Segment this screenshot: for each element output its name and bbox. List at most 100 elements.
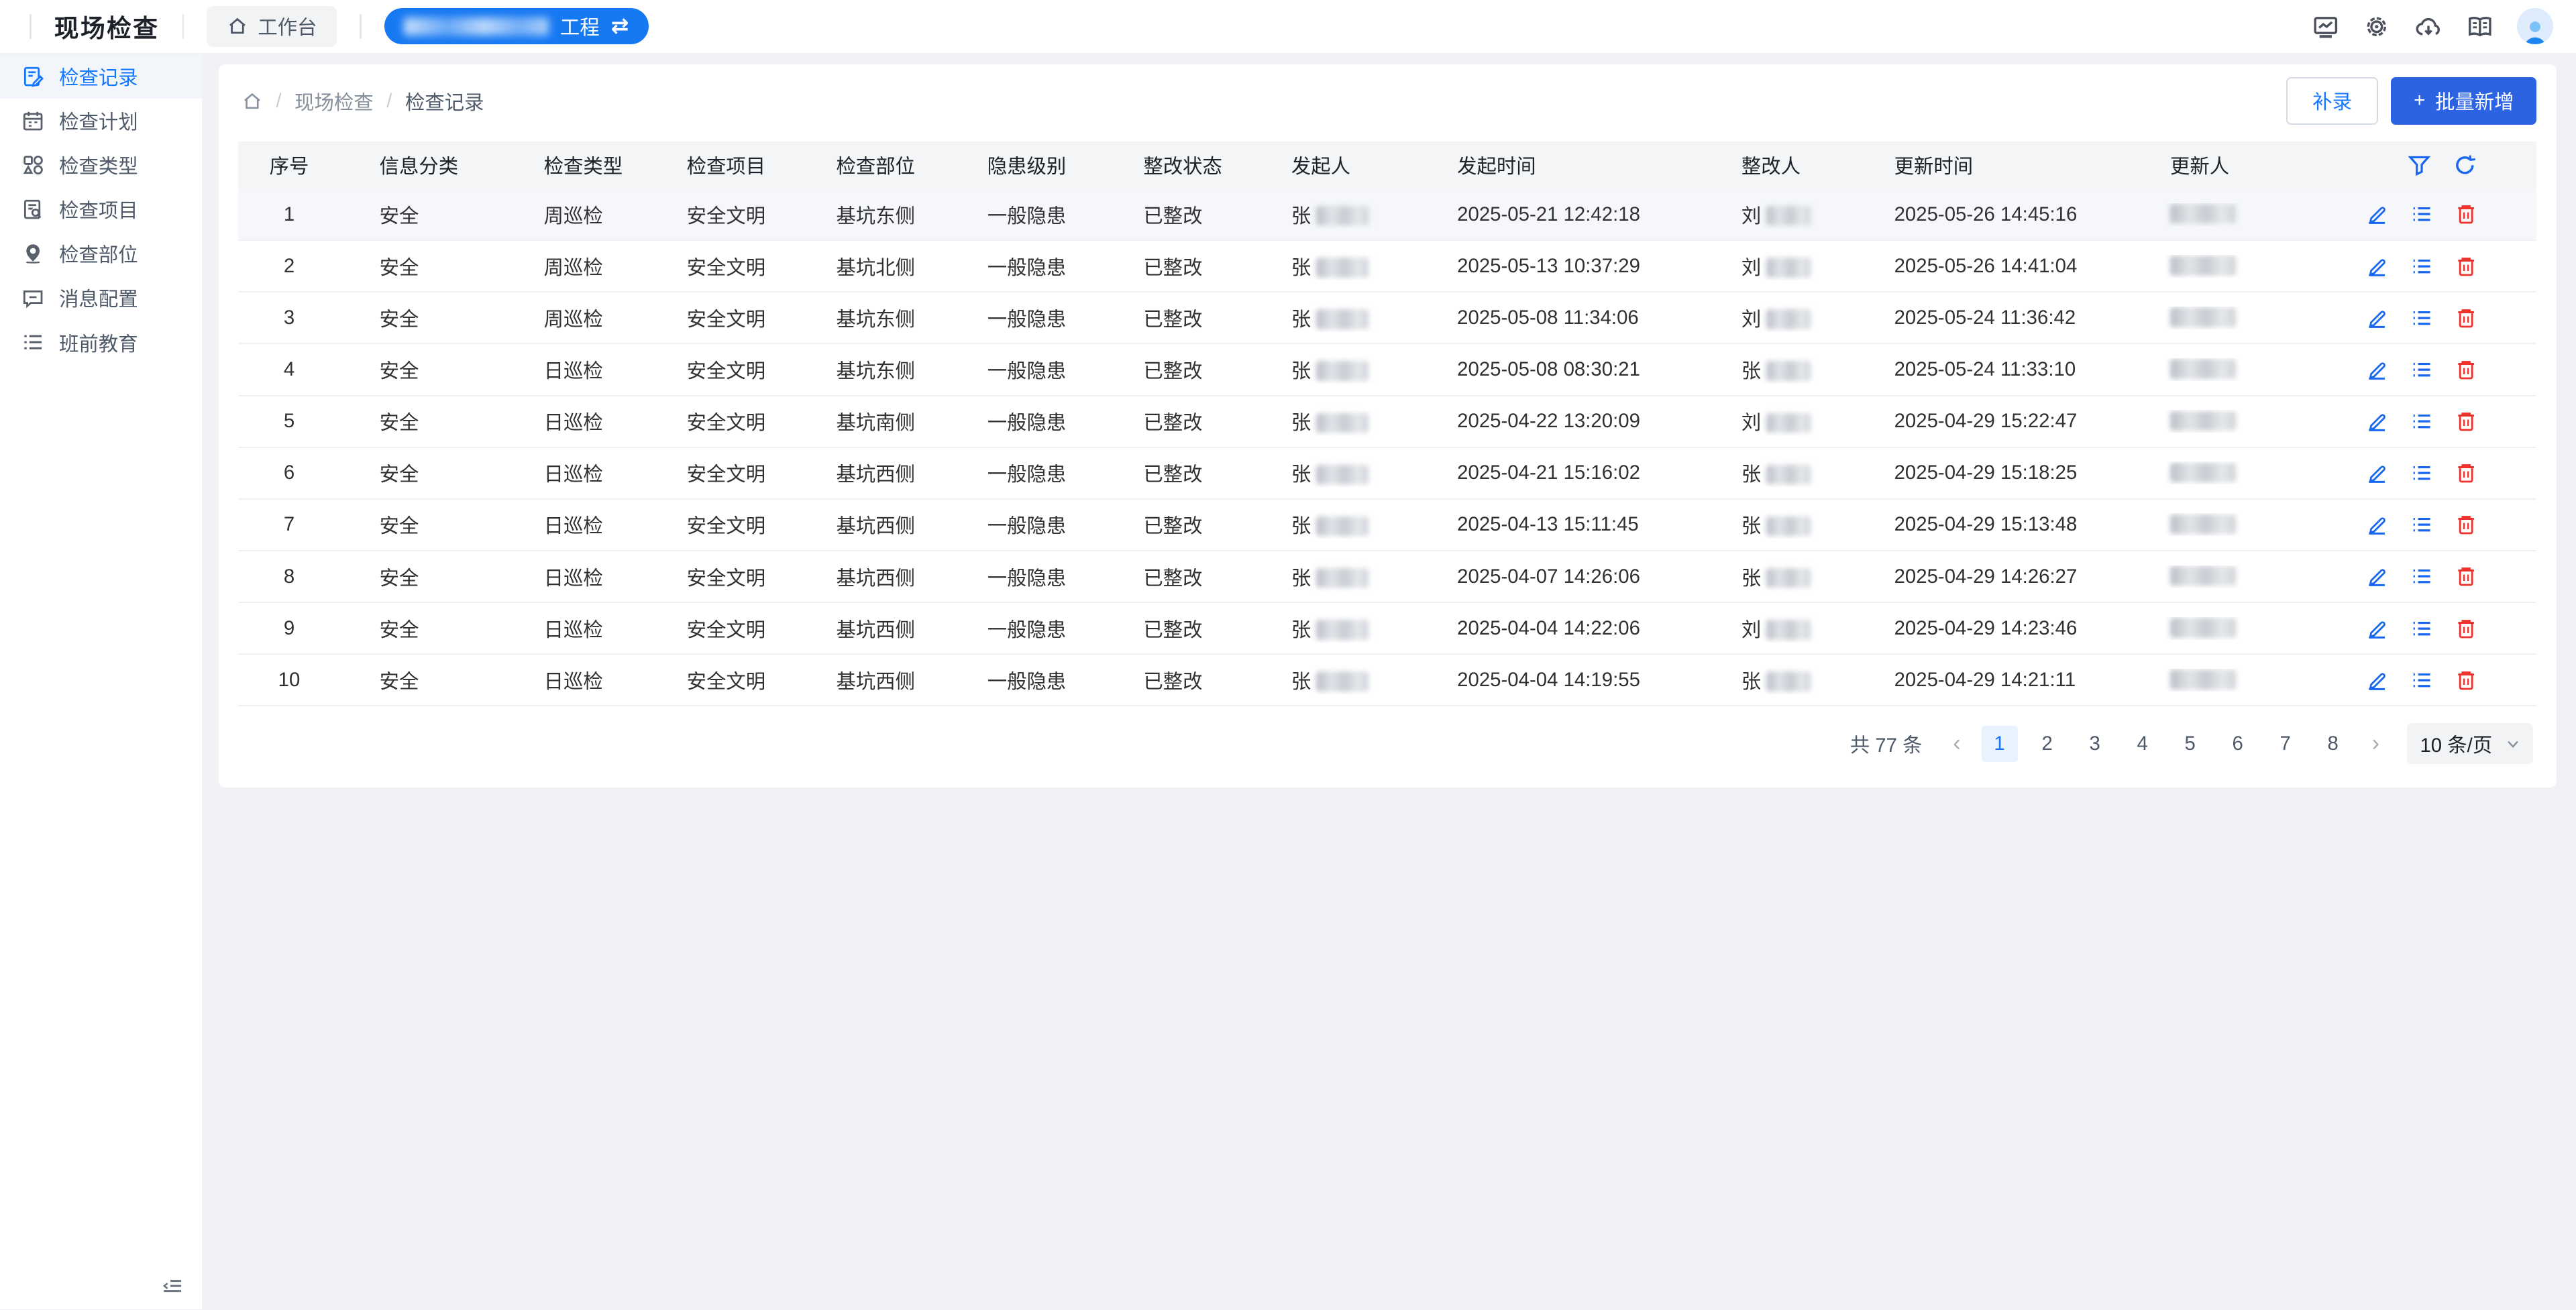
edit-icon[interactable] <box>2365 617 2388 640</box>
cell-type: 日巡检 <box>504 407 647 435</box>
cell-initiate-time: 2025-04-04 14:22:06 <box>1417 617 1702 640</box>
rectifier-surname: 刘 <box>1741 257 1761 279</box>
row-actions <box>2324 617 2536 640</box>
cell-status: 已整改 <box>1104 614 1252 643</box>
filter-icon[interactable] <box>2407 153 2432 178</box>
batch-add-button[interactable]: +批量新增 <box>2391 77 2536 124</box>
edit-icon[interactable] <box>2365 461 2388 484</box>
prev-page-button[interactable]: ‹ <box>1943 730 1970 757</box>
table-row: 7安全日巡检安全文明基坑西侧一般隐患已整改张2025-04-13 15:11:4… <box>238 500 2536 551</box>
sidebar-item-inspection-items[interactable]: 检查项目 <box>0 187 202 231</box>
edit-icon[interactable] <box>2365 255 2388 278</box>
book-icon[interactable] <box>2466 13 2494 41</box>
sidebar-item-inspection-types[interactable]: 检查类型 <box>0 143 202 187</box>
table-row: 2安全周巡检安全文明基坑北侧一般隐患已整改张2025-05-13 10:37:2… <box>238 241 2536 292</box>
page-button-8[interactable]: 8 <box>2315 726 2351 762</box>
page-button-3[interactable]: 3 <box>2077 726 2113 762</box>
project-name-suffix: 工程 <box>560 12 600 40</box>
breadcrumb-parent[interactable]: 现场检查 <box>294 87 374 115</box>
edit-icon[interactable] <box>2365 358 2388 381</box>
breadcrumb-separator: / <box>276 90 281 113</box>
cell-updater <box>2131 307 2324 329</box>
cell-project: 安全文明 <box>647 614 797 643</box>
sidebar-item-inspection-parts[interactable]: 检查部位 <box>0 231 202 276</box>
detail-icon[interactable] <box>2410 358 2433 381</box>
delete-icon[interactable] <box>2455 669 2477 692</box>
cell-no: 10 <box>238 669 340 692</box>
sidebar-item-inspection-plans[interactable]: 检查计划 <box>0 99 202 143</box>
cell-initiator: 张 <box>1252 510 1417 539</box>
home-icon[interactable] <box>241 91 263 112</box>
cell-initiate-time: 2025-05-13 10:37:29 <box>1417 255 1702 278</box>
edit-icon[interactable] <box>2365 669 2388 692</box>
next-page-button[interactable]: › <box>2363 730 2389 757</box>
detail-icon[interactable] <box>2410 255 2433 278</box>
sidebar-item-inspection-records[interactable]: 检查记录 <box>0 54 202 99</box>
edit-icon[interactable] <box>2365 513 2388 536</box>
delete-icon[interactable] <box>2455 513 2477 536</box>
cell-status: 已整改 <box>1104 563 1252 591</box>
delete-icon[interactable] <box>2455 461 2477 484</box>
main-area: / 现场检查 / 检查记录 补录 +批量新增 序号信息分类检查类型检查项目检查部… <box>202 54 2576 1309</box>
calendar-icon <box>21 109 44 132</box>
page-button-5[interactable]: 5 <box>2172 726 2208 762</box>
row-actions <box>2324 513 2536 536</box>
delete-icon[interactable] <box>2455 358 2477 381</box>
detail-icon[interactable] <box>2410 565 2433 588</box>
detail-icon[interactable] <box>2410 410 2433 433</box>
redacted-name <box>1316 465 1368 484</box>
redacted-name <box>1766 568 1811 588</box>
delete-icon[interactable] <box>2455 410 2477 433</box>
detail-icon[interactable] <box>2410 513 2433 536</box>
sidebar-item-pre-shift-education[interactable]: 班前教育 <box>0 320 202 364</box>
cell-rectifier: 刘 <box>1702 614 1855 643</box>
detail-icon[interactable] <box>2410 307 2433 329</box>
initiator-surname: 张 <box>1291 463 1311 486</box>
sidebar-item-label: 检查部位 <box>59 239 138 268</box>
delete-icon[interactable] <box>2455 617 2477 640</box>
page-button-7[interactable]: 7 <box>2267 726 2304 762</box>
monitor-icon[interactable] <box>2312 13 2340 41</box>
page-size-select[interactable]: 10 条/页 <box>2407 723 2534 765</box>
delete-icon[interactable] <box>2455 203 2477 225</box>
project-switcher[interactable]: 工程 ⇄ <box>384 8 649 44</box>
detail-icon[interactable] <box>2410 203 2433 225</box>
delete-icon[interactable] <box>2455 255 2477 278</box>
topbar-actions <box>2312 8 2576 44</box>
cell-updater <box>2131 513 2324 536</box>
avatar[interactable] <box>2517 8 2553 44</box>
page-button-2[interactable]: 2 <box>2029 726 2065 762</box>
detail-icon[interactable] <box>2410 461 2433 484</box>
detail-icon[interactable] <box>2410 617 2433 640</box>
cell-category: 安全 <box>340 356 504 384</box>
cloud-download-icon[interactable] <box>2414 13 2443 41</box>
column-header-9: 发起时间 <box>1417 151 1702 179</box>
row-actions <box>2324 203 2536 225</box>
cell-initiate-time: 2025-05-08 08:30:21 <box>1417 358 1702 381</box>
page-button-4[interactable]: 4 <box>2125 726 2161 762</box>
edit-icon[interactable] <box>2365 307 2388 329</box>
edit-icon[interactable] <box>2365 203 2388 225</box>
cell-update-time: 2025-04-29 15:18:25 <box>1855 461 2131 484</box>
cell-project: 安全文明 <box>647 407 797 435</box>
refresh-icon[interactable] <box>2453 153 2477 178</box>
page-button-6[interactable]: 6 <box>2220 726 2256 762</box>
workbench-button[interactable]: 工作台 <box>207 6 336 48</box>
delete-icon[interactable] <box>2455 307 2477 329</box>
table-row: 9安全日巡检安全文明基坑西侧一般隐患已整改张2025-04-04 14:22:0… <box>238 603 2536 655</box>
rectifier-surname: 张 <box>1741 463 1761 486</box>
cell-project: 安全文明 <box>647 459 797 487</box>
gear-icon[interactable] <box>2363 13 2391 41</box>
edit-icon[interactable] <box>2365 565 2388 588</box>
sidebar-item-message-config[interactable]: 消息配置 <box>0 276 202 320</box>
cell-level: 一般隐患 <box>948 510 1104 539</box>
page-button-1[interactable]: 1 <box>1982 726 2018 762</box>
cell-type: 周巡检 <box>504 252 647 280</box>
redacted-name <box>1316 516 1368 536</box>
edit-icon[interactable] <box>2365 410 2388 433</box>
supplement-button[interactable]: 补录 <box>2286 77 2377 124</box>
menu-fold-icon[interactable] <box>161 1274 184 1297</box>
delete-icon[interactable] <box>2455 565 2477 588</box>
sidebar-item-label: 检查记录 <box>59 62 138 91</box>
detail-icon[interactable] <box>2410 669 2433 692</box>
